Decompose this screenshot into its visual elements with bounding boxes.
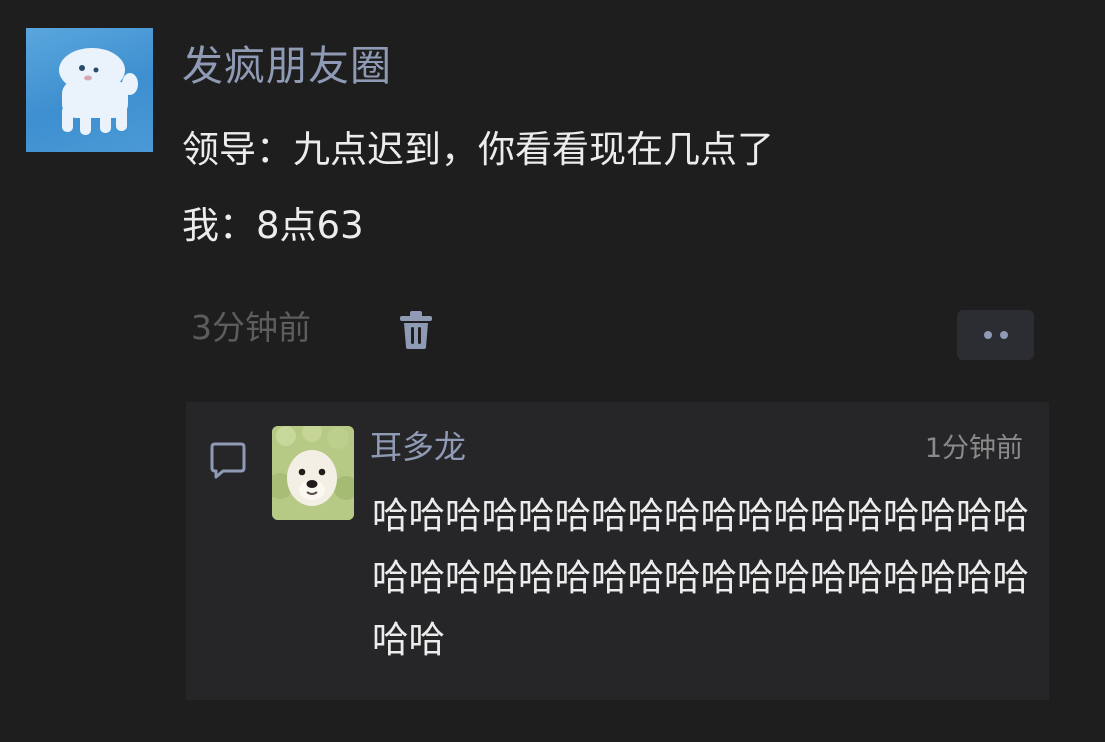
comment-text: 哈哈哈哈哈哈哈哈哈哈哈哈哈哈哈哈哈哈哈哈哈哈哈哈哈哈哈哈哈哈哈哈哈哈哈哈哈哈: [372, 494, 1029, 661]
post-text-line-2: 我：8点63: [182, 204, 364, 247]
comment-timestamp: 1分钟前: [924, 433, 1023, 464]
trash-icon[interactable]: [398, 310, 434, 350]
post-author-name[interactable]: 发疯朋友圈: [182, 38, 392, 94]
more-options-button[interactable]: [957, 310, 1034, 360]
post-author-avatar[interactable]: [26, 28, 153, 152]
more-dots-icon: [1000, 331, 1008, 339]
comment-bubble-icon[interactable]: [208, 441, 248, 481]
post-timestamp: 3分钟前: [191, 308, 311, 347]
commenter-name[interactable]: 耳多龙: [370, 425, 466, 469]
white-dog-on-blue-avatar-icon: [59, 48, 138, 135]
more-dots-icon: [984, 331, 992, 339]
dog-in-green-hood-avatar-icon: [272, 426, 354, 520]
commenter-avatar[interactable]: [272, 426, 354, 520]
post-text-line-1: 领导：九点迟到，你看看现在几点了: [182, 128, 774, 171]
